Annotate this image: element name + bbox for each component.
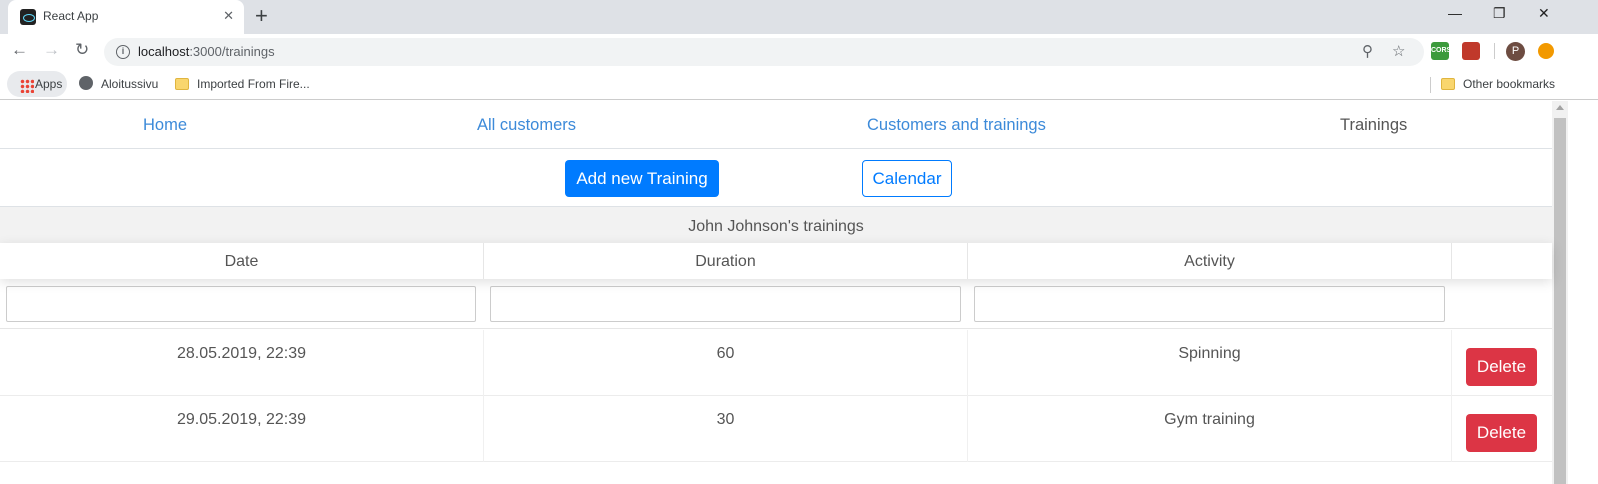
nav-trainings[interactable]: Trainings [1340, 116, 1407, 135]
delete-button[interactable]: Delete [1466, 348, 1537, 386]
bookmark-aloitussivu[interactable]: Aloitussivu [101, 74, 158, 94]
bookmark-imported[interactable]: Imported From Fire... [197, 74, 310, 94]
nav-customers-trainings[interactable]: Customers and trainings [867, 116, 1046, 135]
action-bar: Add new Training Calendar [0, 149, 1552, 207]
filter-row [0, 279, 1552, 329]
activity-cell: Gym training [968, 396, 1452, 462]
update-icon[interactable] [1538, 43, 1554, 59]
calendar-button[interactable]: Calendar [862, 160, 952, 197]
react-logo-icon [20, 9, 36, 25]
activity-filter-input[interactable] [974, 286, 1445, 322]
url-text[interactable]: localhost:3000/trainings [138, 44, 275, 59]
nav-all-customers[interactable]: All customers [477, 116, 576, 135]
add-training-button[interactable]: Add new Training [565, 160, 719, 197]
column-header-activity[interactable]: Activity [968, 243, 1452, 279]
table-header: Date Duration Activity [0, 243, 1552, 279]
profile-avatar[interactable]: P [1506, 42, 1525, 61]
apps-button[interactable]: Apps [7, 71, 67, 97]
apps-label: Apps [35, 77, 63, 91]
address-bar[interactable]: i localhost:3000/trainings ⚲ ☆ [104, 38, 1424, 66]
scroll-up-icon[interactable] [1556, 105, 1564, 110]
date-cell: 28.05.2019, 22:39 [0, 330, 484, 396]
column-header-duration[interactable]: Duration [484, 243, 968, 279]
forward-icon: → [43, 40, 60, 59]
date-cell: 29.05.2019, 22:39 [0, 396, 484, 462]
folder-icon [1441, 78, 1455, 90]
page-content: Home All customers Customers and trainin… [0, 101, 1552, 484]
globe-icon [79, 76, 93, 90]
new-tab-icon[interactable]: + [255, 4, 268, 28]
column-header-date[interactable]: Date [0, 243, 484, 279]
folder-icon [175, 78, 189, 90]
extension-icon[interactable] [1462, 42, 1480, 60]
page-scrollbar[interactable] [1552, 101, 1568, 484]
zoom-icon[interactable]: ⚲ [1362, 42, 1373, 60]
info-icon[interactable]: i [116, 45, 130, 59]
delete-button[interactable]: Delete [1466, 414, 1537, 452]
date-filter-input[interactable] [6, 286, 476, 322]
bookmarks-bar: Apps Aloitussivu Imported From Fire... O… [0, 68, 1598, 100]
browser-toolbar: ← → ↻ i localhost:3000/trainings ⚲ ☆ COR… [0, 34, 1598, 68]
duration-filter-input[interactable] [490, 286, 961, 322]
table-row: 28.05.2019, 22:39 60 Spinning Delete [0, 330, 1552, 396]
restore-icon[interactable]: ❐ [1493, 5, 1506, 22]
nav-home[interactable]: Home [143, 116, 187, 135]
top-nav: Home All customers Customers and trainin… [0, 101, 1552, 149]
bookmarks-divider [1430, 77, 1431, 93]
apps-grid-icon [20, 79, 34, 93]
column-header-actions [1452, 243, 1552, 279]
browser-tabstrip: React App ✕ + — ❐ ✕ [0, 0, 1598, 34]
browser-tab[interactable]: React App ✕ [8, 0, 244, 34]
tab-title: React App [43, 9, 99, 23]
bookmark-other[interactable]: Other bookmarks [1463, 74, 1555, 94]
back-icon[interactable]: ← [11, 41, 28, 59]
scroll-thumb[interactable] [1554, 118, 1566, 484]
duration-cell: 30 [484, 396, 968, 462]
close-window-icon[interactable]: ✕ [1538, 5, 1550, 22]
table-caption: John Johnson's trainings [0, 207, 1552, 243]
table-row: 29.05.2019, 22:39 30 Gym training Delete [0, 396, 1552, 462]
cors-extension-icon[interactable]: CORS [1431, 42, 1451, 60]
star-icon[interactable]: ☆ [1392, 42, 1405, 60]
duration-cell: 60 [484, 330, 968, 396]
close-tab-icon[interactable]: ✕ [223, 8, 234, 24]
toolbar-divider [1494, 43, 1495, 59]
activity-cell: Spinning [968, 330, 1452, 396]
reload-icon[interactable]: ↻ [75, 41, 89, 59]
minimize-icon[interactable]: — [1448, 5, 1462, 21]
